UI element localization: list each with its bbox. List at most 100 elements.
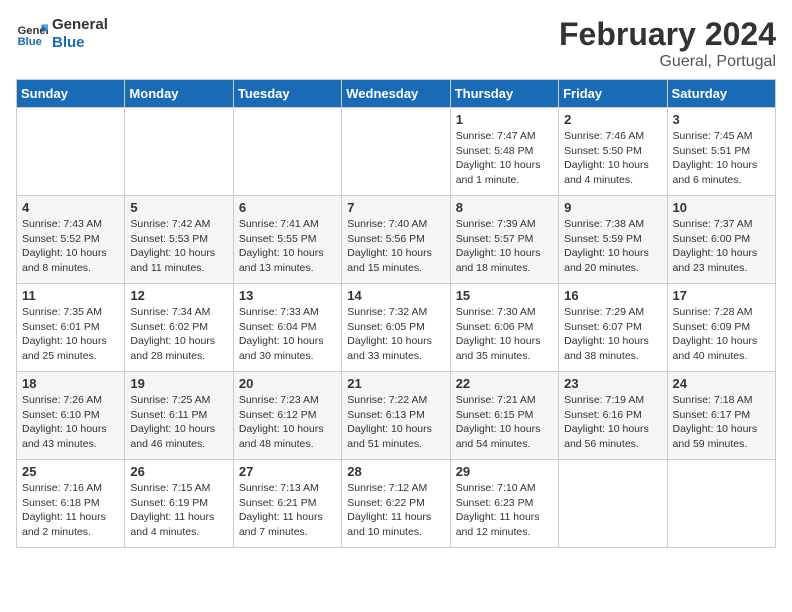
- day-number: 28: [347, 464, 444, 479]
- calendar-cell: 13 Sunrise: 7:33 AM Sunset: 6:04 PM Dayli…: [233, 284, 341, 372]
- day-info: Sunrise: 7:37 AM Sunset: 6:00 PM Dayligh…: [673, 217, 770, 276]
- day-number: 11: [22, 288, 119, 303]
- day-number: 25: [22, 464, 119, 479]
- calendar-week-5: 25 Sunrise: 7:16 AM Sunset: 6:18 PM Dayli…: [17, 460, 776, 548]
- day-info: Sunrise: 7:40 AM Sunset: 5:56 PM Dayligh…: [347, 217, 444, 276]
- calendar-cell: [125, 108, 233, 196]
- day-number: 3: [673, 112, 770, 127]
- svg-text:Blue: Blue: [18, 36, 42, 48]
- calendar-cell: [17, 108, 125, 196]
- day-number: 9: [564, 200, 661, 215]
- day-number: 12: [130, 288, 227, 303]
- day-number: 4: [22, 200, 119, 215]
- calendar-cell: [233, 108, 341, 196]
- day-info: Sunrise: 7:13 AM Sunset: 6:21 PM Dayligh…: [239, 481, 336, 540]
- day-number: 7: [347, 200, 444, 215]
- day-info: Sunrise: 7:32 AM Sunset: 6:05 PM Dayligh…: [347, 305, 444, 364]
- calendar-cell: 17Sunrise: 7:28 AM Sunset: 6:09 PM Dayli…: [667, 284, 775, 372]
- day-info: Sunrise: 7:45 AM Sunset: 5:51 PM Dayligh…: [673, 129, 770, 188]
- calendar-cell: 8 Sunrise: 7:39 AM Sunset: 5:57 PM Daylig…: [450, 196, 558, 284]
- calendar-cell: 5Sunrise: 7:42 AM Sunset: 5:53 PM Daylig…: [125, 196, 233, 284]
- day-number: 14: [347, 288, 444, 303]
- calendar-cell: 12 Sunrise: 7:34 AM Sunset: 6:02 PM Dayli…: [125, 284, 233, 372]
- day-number: 22: [456, 376, 553, 391]
- day-info: Sunrise: 7:41 AM Sunset: 5:55 PM Dayligh…: [239, 217, 336, 276]
- calendar-cell: 3 Sunrise: 7:45 AM Sunset: 5:51 PM Daylig…: [667, 108, 775, 196]
- title-block: February 2024 Gueral, Portugal: [559, 16, 776, 71]
- column-header-tuesday: Tuesday: [233, 80, 341, 108]
- calendar-table: SundayMondayTuesdayWednesdayThursdayFrid…: [16, 79, 776, 548]
- day-number: 23: [564, 376, 661, 391]
- page-header: General Blue General Blue February 2024 …: [16, 16, 776, 71]
- day-number: 21: [347, 376, 444, 391]
- day-info: Sunrise: 7:22 AM Sunset: 6:13 PM Dayligh…: [347, 393, 444, 452]
- page-subtitle: Gueral, Portugal: [559, 53, 776, 71]
- day-number: 29: [456, 464, 553, 479]
- day-number: 6: [239, 200, 336, 215]
- day-info: Sunrise: 7:15 AM Sunset: 6:19 PM Dayligh…: [130, 481, 227, 540]
- calendar-cell: 21 Sunrise: 7:22 AM Sunset: 6:13 PM Dayli…: [342, 372, 450, 460]
- day-info: Sunrise: 7:25 AM Sunset: 6:11 PM Dayligh…: [130, 393, 227, 452]
- day-number: 26: [130, 464, 227, 479]
- day-info: Sunrise: 7:21 AM Sunset: 6:15 PM Dayligh…: [456, 393, 553, 452]
- logo-text-general: General: [52, 16, 108, 34]
- day-number: 19: [130, 376, 227, 391]
- calendar-cell: 23Sunrise: 7:19 AM Sunset: 6:16 PM Dayli…: [559, 372, 667, 460]
- calendar-week-1: 1Sunrise: 7:47 AM Sunset: 5:48 PM Daylig…: [17, 108, 776, 196]
- day-number: 5: [130, 200, 227, 215]
- day-info: Sunrise: 7:10 AM Sunset: 6:23 PM Dayligh…: [456, 481, 553, 540]
- calendar-week-3: 11 Sunrise: 7:35 AM Sunset: 6:01 PM Dayli…: [17, 284, 776, 372]
- calendar-cell: 25 Sunrise: 7:16 AM Sunset: 6:18 PM Dayli…: [17, 460, 125, 548]
- column-header-wednesday: Wednesday: [342, 80, 450, 108]
- day-info: Sunrise: 7:39 AM Sunset: 5:57 PM Dayligh…: [456, 217, 553, 276]
- day-number: 18: [22, 376, 119, 391]
- calendar-cell: 10Sunrise: 7:37 AM Sunset: 6:00 PM Dayli…: [667, 196, 775, 284]
- day-info: Sunrise: 7:38 AM Sunset: 5:59 PM Dayligh…: [564, 217, 661, 276]
- day-number: 16: [564, 288, 661, 303]
- column-header-monday: Monday: [125, 80, 233, 108]
- calendar-cell: 27Sunrise: 7:13 AM Sunset: 6:21 PM Dayli…: [233, 460, 341, 548]
- day-info: Sunrise: 7:30 AM Sunset: 6:06 PM Dayligh…: [456, 305, 553, 364]
- calendar-cell: 26 Sunrise: 7:15 AM Sunset: 6:19 PM Dayli…: [125, 460, 233, 548]
- calendar-cell: 24Sunrise: 7:18 AM Sunset: 6:17 PM Dayli…: [667, 372, 775, 460]
- page-title: February 2024: [559, 16, 776, 53]
- day-number: 20: [239, 376, 336, 391]
- logo-text-blue: Blue: [52, 34, 108, 52]
- calendar-cell: [559, 460, 667, 548]
- column-header-thursday: Thursday: [450, 80, 558, 108]
- day-info: Sunrise: 7:12 AM Sunset: 6:22 PM Dayligh…: [347, 481, 444, 540]
- day-number: 8: [456, 200, 553, 215]
- logo-icon: General Blue: [16, 18, 48, 50]
- calendar-cell: [667, 460, 775, 548]
- day-info: Sunrise: 7:35 AM Sunset: 6:01 PM Dayligh…: [22, 305, 119, 364]
- day-info: Sunrise: 7:23 AM Sunset: 6:12 PM Dayligh…: [239, 393, 336, 452]
- calendar-cell: 1Sunrise: 7:47 AM Sunset: 5:48 PM Daylig…: [450, 108, 558, 196]
- calendar-week-2: 4 Sunrise: 7:43 AM Sunset: 5:52 PM Daylig…: [17, 196, 776, 284]
- day-info: Sunrise: 7:29 AM Sunset: 6:07 PM Dayligh…: [564, 305, 661, 364]
- day-info: Sunrise: 7:34 AM Sunset: 6:02 PM Dayligh…: [130, 305, 227, 364]
- day-number: 1: [456, 112, 553, 127]
- calendar-cell: 19 Sunrise: 7:25 AM Sunset: 6:11 PM Dayli…: [125, 372, 233, 460]
- day-info: Sunrise: 7:16 AM Sunset: 6:18 PM Dayligh…: [22, 481, 119, 540]
- day-number: 15: [456, 288, 553, 303]
- day-info: Sunrise: 7:43 AM Sunset: 5:52 PM Dayligh…: [22, 217, 119, 276]
- calendar-cell: 15 Sunrise: 7:30 AM Sunset: 6:06 PM Dayli…: [450, 284, 558, 372]
- day-info: Sunrise: 7:46 AM Sunset: 5:50 PM Dayligh…: [564, 129, 661, 188]
- day-info: Sunrise: 7:33 AM Sunset: 6:04 PM Dayligh…: [239, 305, 336, 364]
- calendar-cell: 29 Sunrise: 7:10 AM Sunset: 6:23 PM Dayli…: [450, 460, 558, 548]
- day-info: Sunrise: 7:28 AM Sunset: 6:09 PM Dayligh…: [673, 305, 770, 364]
- column-header-friday: Friday: [559, 80, 667, 108]
- calendar-week-4: 18 Sunrise: 7:26 AM Sunset: 6:10 PM Dayli…: [17, 372, 776, 460]
- day-info: Sunrise: 7:26 AM Sunset: 6:10 PM Dayligh…: [22, 393, 119, 452]
- day-number: 13: [239, 288, 336, 303]
- calendar-cell: 7 Sunrise: 7:40 AM Sunset: 5:56 PM Daylig…: [342, 196, 450, 284]
- calendar-cell: 2Sunrise: 7:46 AM Sunset: 5:50 PM Daylig…: [559, 108, 667, 196]
- calendar-cell: [342, 108, 450, 196]
- calendar-cell: 11 Sunrise: 7:35 AM Sunset: 6:01 PM Dayli…: [17, 284, 125, 372]
- calendar-header-row: SundayMondayTuesdayWednesdayThursdayFrid…: [17, 80, 776, 108]
- calendar-cell: 28 Sunrise: 7:12 AM Sunset: 6:22 PM Dayli…: [342, 460, 450, 548]
- day-info: Sunrise: 7:18 AM Sunset: 6:17 PM Dayligh…: [673, 393, 770, 452]
- calendar-cell: 22 Sunrise: 7:21 AM Sunset: 6:15 PM Dayli…: [450, 372, 558, 460]
- column-header-saturday: Saturday: [667, 80, 775, 108]
- column-header-sunday: Sunday: [17, 80, 125, 108]
